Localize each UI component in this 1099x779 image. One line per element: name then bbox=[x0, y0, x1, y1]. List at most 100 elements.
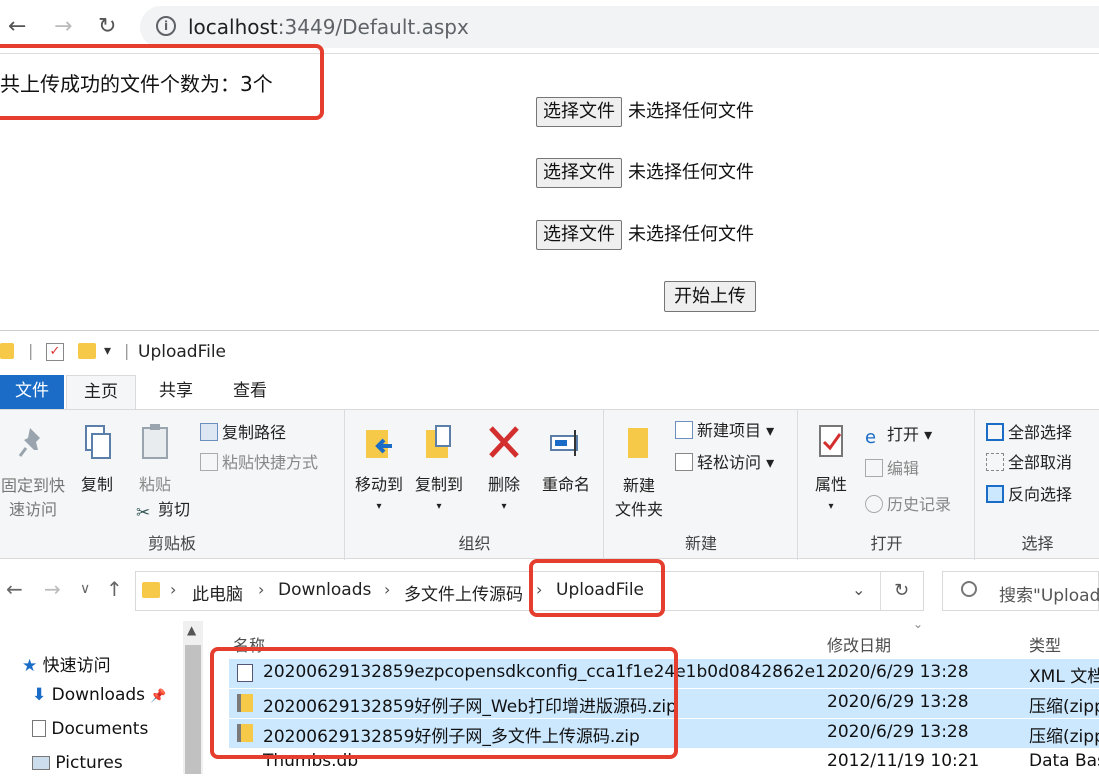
paste-shortcut-button[interactable]: 粘贴快捷方式 bbox=[200, 450, 318, 476]
nav-label: 快速访问 bbox=[42, 656, 111, 676]
browser-icon: e bbox=[865, 427, 877, 448]
move-to-button[interactable]: 移动到 ▾ bbox=[350, 422, 408, 518]
forward-icon[interactable]: → bbox=[44, 577, 61, 601]
customize-toolbar-icon[interactable]: ▾ bbox=[104, 343, 111, 359]
group-organize: 移动到 ▾ 复制到 ▾ 删除 ▾ 重命名 组织 bbox=[346, 410, 604, 560]
pin-quick-access-button[interactable]: 固定到快 速访问 bbox=[0, 422, 66, 522]
search-box[interactable]: 搜索"Upload bbox=[942, 571, 1099, 611]
select-all-button[interactable]: 全部选择 bbox=[986, 420, 1072, 446]
nav-item-downloads[interactable]: ⬇ Downloads 📌 bbox=[32, 685, 167, 705]
move-to-label: 移动到 bbox=[354, 475, 403, 494]
reload-icon[interactable]: ↻ bbox=[98, 12, 116, 42]
edit-button[interactable]: 编辑 bbox=[865, 456, 919, 482]
properties-check-icon[interactable]: ✓ bbox=[46, 343, 64, 361]
scrollbar-thumb[interactable] bbox=[185, 645, 201, 774]
scroll-up-icon[interactable]: ▲ bbox=[187, 623, 196, 637]
column-header-date[interactable]: 修改日期 bbox=[827, 632, 891, 656]
tab-share[interactable]: 共享 bbox=[146, 375, 206, 409]
nav-label: Pictures bbox=[55, 753, 123, 773]
copy-to-button[interactable]: 复制到 ▾ bbox=[410, 422, 468, 518]
chevron-right-icon: › bbox=[258, 580, 265, 599]
file-date: 2012/11/19 10:21 bbox=[827, 751, 980, 771]
ribbon: 固定到快 速访问 复制 粘贴 复制路径 粘贴快捷方式 ✂ 剪切 剪贴板 移动到 ▾ bbox=[0, 409, 1099, 560]
tab-view[interactable]: 查看 bbox=[220, 375, 280, 409]
start-upload-button[interactable]: 开始上传 bbox=[664, 281, 756, 312]
nav-item-quick-access[interactable]: ★ 快速访问 bbox=[22, 651, 111, 676]
choose-file-button[interactable]: 选择文件 bbox=[536, 220, 622, 250]
file-type: Data Base bbox=[1029, 751, 1099, 771]
copy-path-button[interactable]: 复制路径 bbox=[200, 420, 286, 446]
new-item-button[interactable]: 新建项目 ▾ bbox=[675, 418, 774, 444]
choose-file-button[interactable]: 选择文件 bbox=[536, 158, 622, 188]
dropdown-icon: ▾ bbox=[828, 501, 834, 512]
copy-label: 复制 bbox=[80, 475, 113, 494]
delete-icon bbox=[489, 426, 519, 458]
select-none-button[interactable]: 全部取消 bbox=[986, 450, 1072, 476]
open-button[interactable]: e 打开 ▾ bbox=[865, 422, 932, 448]
delete-label: 删除 bbox=[487, 475, 520, 494]
document-icon bbox=[32, 720, 46, 737]
properties-button[interactable]: 属性 ▾ bbox=[805, 422, 857, 518]
refresh-icon[interactable]: ↻ bbox=[894, 580, 909, 601]
divider bbox=[880, 572, 881, 610]
recent-locations-icon[interactable]: ∨ bbox=[80, 581, 90, 597]
choose-file-button[interactable]: 选择文件 bbox=[536, 97, 622, 127]
file-date: 2020/6/29 13:28 bbox=[827, 662, 969, 682]
rename-icon bbox=[550, 430, 578, 456]
breadcrumb-downloads[interactable]: Downloads bbox=[278, 580, 371, 600]
nav-item-documents[interactable]: Documents bbox=[32, 719, 148, 739]
file-input-row-2: 选择文件 未选择任何文件 bbox=[536, 158, 754, 188]
up-icon[interactable]: ↑ bbox=[106, 577, 123, 601]
nav-scrollbar[interactable]: ▲ bbox=[183, 621, 203, 774]
highlight-box bbox=[0, 44, 324, 120]
new-folder-button[interactable]: 新建 文件夹 bbox=[611, 422, 667, 522]
group-label: 打开 bbox=[870, 534, 903, 553]
new-folder-label: 新建 文件夹 bbox=[614, 476, 663, 519]
column-header-type[interactable]: 类型 bbox=[1029, 632, 1061, 656]
pin-icon bbox=[18, 428, 40, 457]
pin-icon: 📌 bbox=[150, 689, 167, 704]
invert-selection-button[interactable]: 反向选择 bbox=[986, 482, 1072, 508]
nav-label: Documents bbox=[51, 719, 149, 739]
open-label: 打开 bbox=[887, 425, 920, 444]
move-to-icon bbox=[366, 430, 392, 458]
file-input-row-1: 选择文件 未选择任何文件 bbox=[536, 97, 754, 127]
info-icon[interactable]: i bbox=[156, 16, 176, 36]
new-folder-icon[interactable] bbox=[78, 343, 96, 359]
file-explorer-window: | ✓ ▾ | UploadFile 文件 主页 共享 查看 固定到快 速访问 … bbox=[0, 330, 1099, 774]
breadcrumb-this-pc[interactable]: 此电脑 bbox=[192, 580, 243, 605]
copy-button[interactable]: 复制 bbox=[74, 422, 120, 496]
file-input-status: 未选择任何文件 bbox=[628, 101, 754, 122]
paste-button[interactable]: 粘贴 bbox=[130, 422, 180, 496]
copy-path-label: 复制路径 bbox=[222, 423, 287, 442]
history-button[interactable]: 历史记录 bbox=[865, 492, 951, 518]
sort-chevron-icon: ⌄ bbox=[913, 617, 924, 631]
file-type: 压缩(zipp bbox=[1029, 697, 1099, 717]
back-icon[interactable]: ← bbox=[8, 12, 26, 42]
tab-file[interactable]: 文件 bbox=[0, 375, 64, 409]
easy-access-label: 轻松访问 bbox=[697, 453, 762, 472]
chevron-down-icon[interactable]: ⌄ bbox=[852, 580, 865, 599]
cut-button[interactable]: ✂ 剪切 bbox=[136, 497, 190, 523]
copy-icon bbox=[85, 425, 111, 459]
new-item-icon bbox=[675, 421, 693, 439]
file-date: 2020/6/29 13:28 bbox=[827, 692, 969, 712]
file-row[interactable]: Thumbs.db 2012/11/19 10:21 Data Base bbox=[229, 751, 1099, 779]
forward-icon[interactable]: → bbox=[54, 12, 72, 42]
copy-to-label: 复制到 bbox=[414, 475, 463, 494]
rename-button[interactable]: 重命名 bbox=[536, 422, 596, 496]
tab-home[interactable]: 主页 bbox=[66, 375, 136, 409]
chevron-right-icon: › bbox=[170, 580, 177, 599]
url-bar[interactable]: i localhost:3449/Default.aspx bbox=[140, 6, 1099, 48]
cut-label: 剪切 bbox=[158, 500, 191, 519]
delete-button[interactable]: 删除 ▾ bbox=[482, 422, 526, 518]
easy-access-button[interactable]: 轻松访问 ▾ bbox=[675, 450, 774, 476]
explorer-titlebar: | ✓ ▾ | UploadFile bbox=[0, 331, 1099, 375]
history-icon bbox=[865, 495, 883, 513]
copy-path-icon bbox=[200, 423, 218, 441]
url-path: :3449/Default.aspx bbox=[277, 15, 469, 39]
group-label: 组织 bbox=[458, 534, 491, 553]
nav-item-pictures[interactable]: Pictures bbox=[32, 753, 123, 773]
breadcrumb-source[interactable]: 多文件上传源码 bbox=[404, 580, 523, 605]
back-icon[interactable]: ← bbox=[6, 577, 23, 601]
